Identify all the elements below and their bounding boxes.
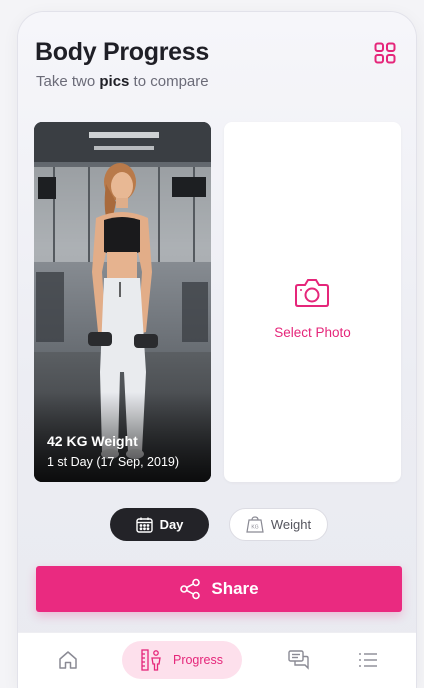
tab-chat[interactable]	[288, 650, 310, 675]
camera-icon	[295, 279, 329, 307]
weight-toggle-label: Weight	[270, 517, 312, 532]
tab-menu[interactable]	[358, 652, 378, 673]
select-photo-card[interactable]: Select Photo	[224, 122, 401, 482]
day-toggle-label: Day	[159, 517, 184, 532]
weight-toggle-button[interactable]: KG Weight	[229, 508, 328, 541]
share-icon	[180, 578, 201, 600]
chat-icon	[288, 650, 309, 670]
photo-date-label: 1 st Day (17 Sep, 2019)	[47, 455, 180, 469]
subtitle-text-end: to compare	[129, 73, 209, 90]
share-button[interactable]: Share	[36, 566, 402, 612]
page-subtitle: Take two pics to compare	[36, 73, 209, 90]
day-toggle-button[interactable]: Day	[110, 508, 209, 541]
weight-icon-kg: KG	[251, 525, 258, 531]
grid-view-button[interactable]	[374, 42, 396, 64]
before-photo-card[interactable]: 42 KG Weight 1 st Day (17 Sep, 2019)	[34, 122, 211, 482]
tab-progress[interactable]: Progress	[122, 641, 242, 679]
weight-scale-icon: KG	[246, 516, 264, 533]
page-title: Body Progress	[35, 38, 209, 66]
select-photo-label: Select Photo	[274, 325, 351, 340]
tab-home[interactable]	[58, 650, 78, 675]
home-icon	[59, 651, 77, 669]
bottom-tab-bar: Progress	[18, 632, 416, 688]
share-label: Share	[211, 579, 259, 598]
tab-progress-label: Progress	[172, 653, 224, 667]
app-screen: Body Progress Take two pics to compare 4…	[18, 12, 416, 688]
progress-icon	[141, 649, 161, 671]
menu-list-icon	[359, 653, 377, 667]
subtitle-text-start: Take two	[36, 73, 100, 90]
subtitle-text-bold: pics	[99, 73, 130, 90]
photo-weight-label: 42 KG Weight	[47, 433, 138, 449]
calendar-icon	[135, 517, 153, 533]
grid-icon	[374, 42, 396, 64]
